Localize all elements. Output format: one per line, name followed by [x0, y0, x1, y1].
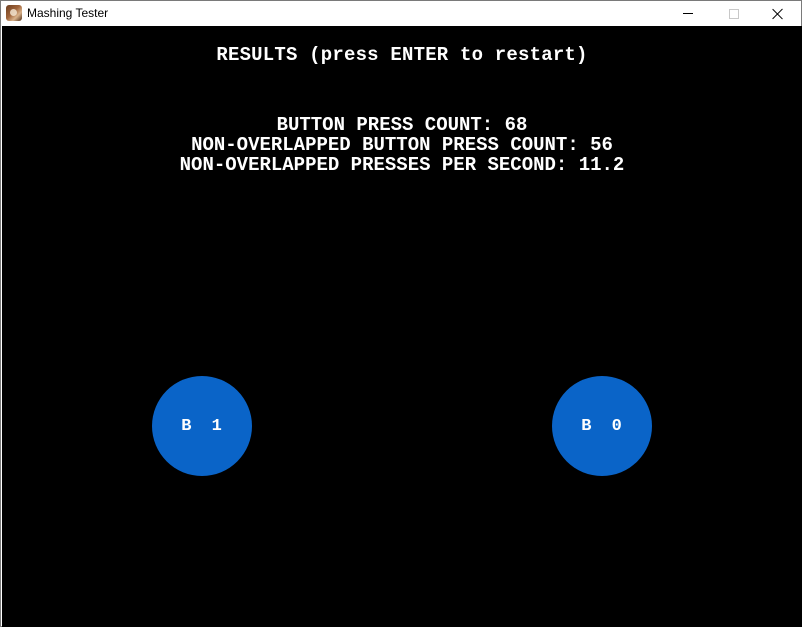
app-window: Mashing Tester RESULTS (press ENTER to r…	[0, 0, 802, 627]
minimize-icon	[683, 13, 693, 14]
stat-non-overlapped-count: NON-OVERLAPPED BUTTON PRESS COUNT: 56	[191, 134, 613, 156]
title-bar[interactable]: Mashing Tester	[1, 1, 801, 26]
minimize-button[interactable]	[665, 1, 711, 26]
maximize-icon	[729, 8, 739, 19]
results-heading: RESULTS (press ENTER to restart)	[216, 44, 588, 66]
results-stats: BUTTON PRESS COUNT: 68 NON-OVERLAPPED BU…	[2, 115, 802, 175]
stat-presses-per-second: NON-OVERLAPPED PRESSES PER SECOND: 11.2	[179, 154, 625, 176]
app-photo-icon	[6, 5, 22, 21]
close-icon	[772, 8, 784, 20]
game-canvas[interactable]: RESULTS (press ENTER to restart) BUTTON …	[2, 26, 802, 627]
button-indicator-b0: B 0	[552, 376, 652, 476]
window-title: Mashing Tester	[27, 6, 109, 20]
button-indicator-b1: B 1	[152, 376, 252, 476]
stat-button-press-count: BUTTON PRESS COUNT: 68	[276, 114, 528, 136]
maximize-button[interactable]	[711, 1, 757, 26]
close-button[interactable]	[755, 1, 801, 26]
